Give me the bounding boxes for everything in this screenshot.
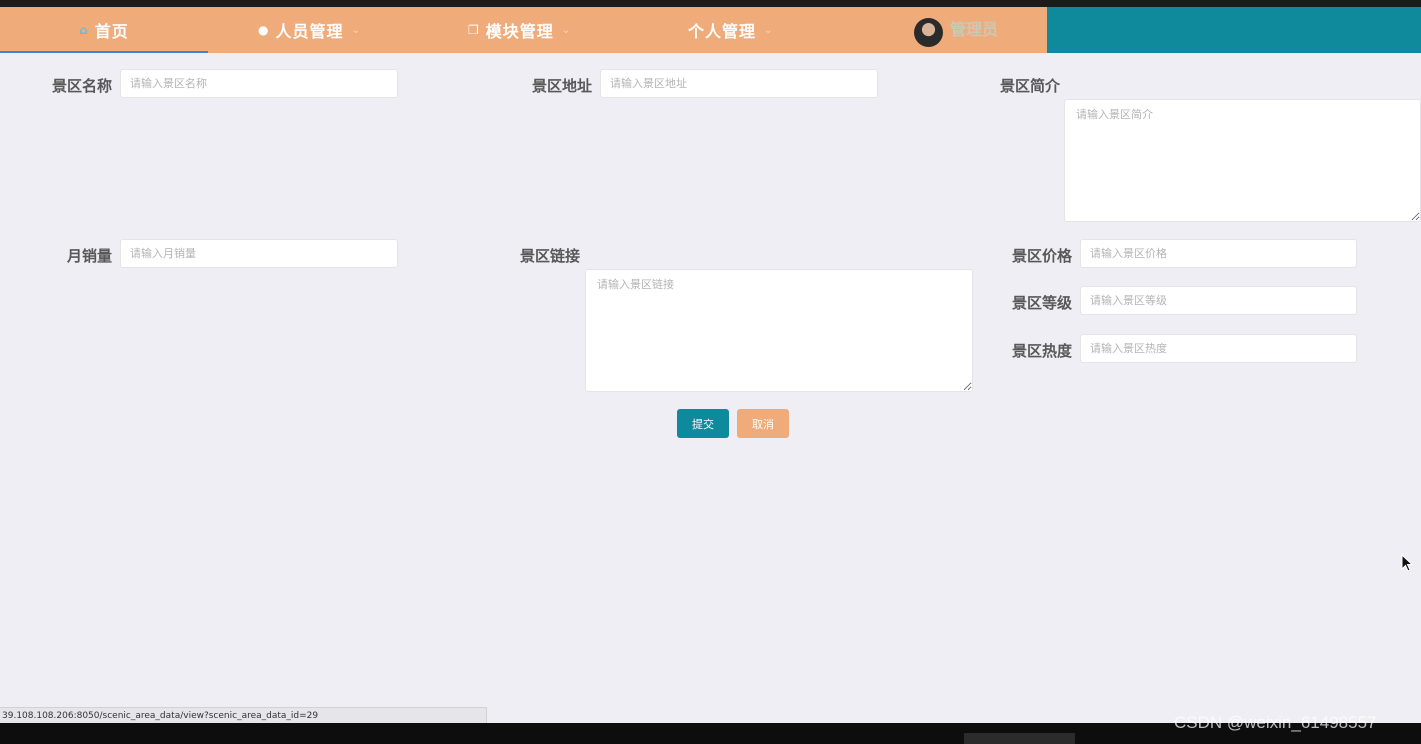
copy-icon: ❐ (468, 23, 480, 37)
taskbar-block (964, 733, 1075, 744)
window-top-strip (0, 0, 1421, 7)
scenic-intro-textarea[interactable] (1064, 99, 1421, 222)
browser-status-bar: 39.108.108.206:8050/scenic_area_data/vie… (0, 707, 487, 723)
scenic-name-label: 景区名称 (51, 77, 112, 95)
chevron-down-icon: ⌄ (764, 24, 774, 36)
watermark: CSDN @weixin_61498557 (1174, 713, 1377, 732)
monthly-sales-label: 月销量 (66, 247, 112, 265)
cancel-button[interactable]: 取消 (737, 409, 789, 438)
scenic-link-textarea[interactable] (585, 269, 973, 392)
user-icon: ● (258, 23, 270, 37)
nav-home-label: 首页 (94, 22, 129, 41)
scenic-address-input[interactable] (600, 69, 878, 98)
scenic-level-input[interactable] (1080, 286, 1357, 315)
scenic-price-input[interactable] (1080, 239, 1357, 268)
chevron-down-icon: ⌄ (351, 24, 361, 36)
scenic-intro-label: 景区简介 (1000, 77, 1061, 95)
nav-personal-label: 个人管理 (688, 22, 757, 41)
scenic-address-label: 景区地址 (531, 77, 592, 95)
nav-personal-menu[interactable]: 个人管理 ⌄ (688, 7, 773, 53)
monthly-sales-input[interactable] (120, 239, 398, 268)
admin-name[interactable]: 管理员 (950, 7, 998, 53)
nav-modules-label: 模块管理 (485, 22, 554, 41)
scenic-link-label: 景区链接 (520, 247, 581, 265)
scenic-popularity-input[interactable] (1080, 334, 1357, 363)
nav-users-label: 人员管理 (275, 22, 344, 41)
nav-users-menu[interactable]: ● 人员管理 ⌄ (258, 7, 361, 53)
scenic-price-label: 景区价格 (1011, 247, 1072, 265)
scenic-popularity-label: 景区热度 (1011, 342, 1072, 360)
chevron-down-icon: ⌄ (561, 24, 572, 36)
navbar-right-panel (1047, 7, 1421, 53)
scenic-level-label: 景区等级 (1011, 294, 1072, 312)
nav-modules-menu[interactable]: ❐ 模块管理 ⌄ (468, 7, 571, 53)
active-tab-indicator (0, 51, 208, 53)
top-navbar: ⌂ 首页 ● 人员管理 ⌄ ❐ 模块管理 ⌄ 个人管理 ⌄ 管理员 (0, 7, 1421, 53)
avatar[interactable] (914, 18, 943, 47)
submit-button[interactable]: 提交 (677, 409, 729, 438)
nav-home[interactable]: ⌂ 首页 (0, 7, 208, 53)
scenic-name-input[interactable] (120, 69, 398, 98)
mouse-cursor-icon (1401, 553, 1414, 576)
home-icon: ⌂ (79, 23, 89, 37)
